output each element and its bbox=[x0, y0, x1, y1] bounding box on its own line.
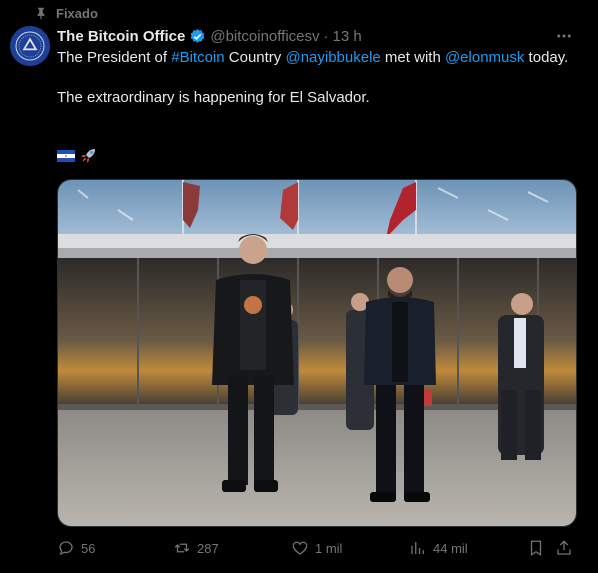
separator-dot: · bbox=[323, 27, 329, 45]
pinned-indicator: Fixado bbox=[34, 4, 98, 22]
tweet-line-2: The extraordinary is happening for El Sa… bbox=[57, 89, 370, 106]
views-button[interactable]: 44 mil bbox=[409, 539, 468, 557]
like-button[interactable]: 1 mil bbox=[291, 539, 342, 557]
text-segment: met with bbox=[380, 49, 445, 66]
reply-icon bbox=[59, 541, 73, 556]
mention-nayibbukele-link[interactable]: @nayibbukele bbox=[285, 49, 380, 66]
avatar[interactable] bbox=[10, 26, 50, 66]
bookmark-icon bbox=[530, 540, 542, 556]
pinned-label: Fixado bbox=[56, 5, 98, 21]
bookmark-button[interactable] bbox=[527, 539, 545, 557]
rocket-icon bbox=[81, 149, 95, 163]
repost-count: 287 bbox=[197, 540, 219, 556]
el-salvador-seal-avatar bbox=[10, 26, 50, 66]
timestamp[interactable]: 13 h bbox=[333, 28, 362, 45]
tweet-header: The Bitcoin Office @bitcoinofficesv · 13… bbox=[57, 26, 362, 46]
tweet-actions: 56 287 1 mil 44 mil bbox=[57, 538, 577, 558]
text-segment: Country bbox=[224, 49, 286, 66]
hashtag-bitcoin-link[interactable]: #Bitcoin bbox=[171, 49, 224, 66]
author-handle[interactable]: @bitcoinofficesv bbox=[210, 28, 319, 45]
tweet-text: The President of #Bitcoin Country @nayib… bbox=[57, 48, 577, 108]
repost-icon bbox=[174, 543, 190, 553]
author-name[interactable]: The Bitcoin Office bbox=[57, 28, 185, 45]
verified-badge-icon[interactable] bbox=[189, 28, 206, 45]
tweet-photo[interactable] bbox=[57, 179, 577, 527]
mention-elonmusk-link[interactable]: @elonmusk bbox=[445, 49, 524, 66]
more-icon[interactable] bbox=[554, 26, 574, 46]
text-segment: The President of bbox=[57, 49, 172, 66]
repost-button[interactable]: 287 bbox=[173, 539, 219, 557]
share-icon bbox=[557, 540, 571, 555]
text-segment: today. bbox=[524, 49, 569, 66]
views-count: 44 mil bbox=[433, 540, 468, 556]
like-count: 1 mil bbox=[315, 540, 343, 556]
tweet-line-1: The President of #Bitcoin Country @nayib… bbox=[57, 48, 577, 68]
share-button[interactable] bbox=[555, 539, 573, 557]
reply-count: 56 bbox=[81, 540, 96, 556]
el-salvador-flag-icon bbox=[57, 150, 75, 162]
views-icon bbox=[411, 542, 424, 554]
heart-icon bbox=[292, 541, 308, 555]
reply-button[interactable]: 56 bbox=[57, 539, 95, 557]
emoji-row bbox=[57, 146, 97, 166]
pin-icon bbox=[37, 7, 45, 20]
photo-image bbox=[58, 180, 576, 526]
